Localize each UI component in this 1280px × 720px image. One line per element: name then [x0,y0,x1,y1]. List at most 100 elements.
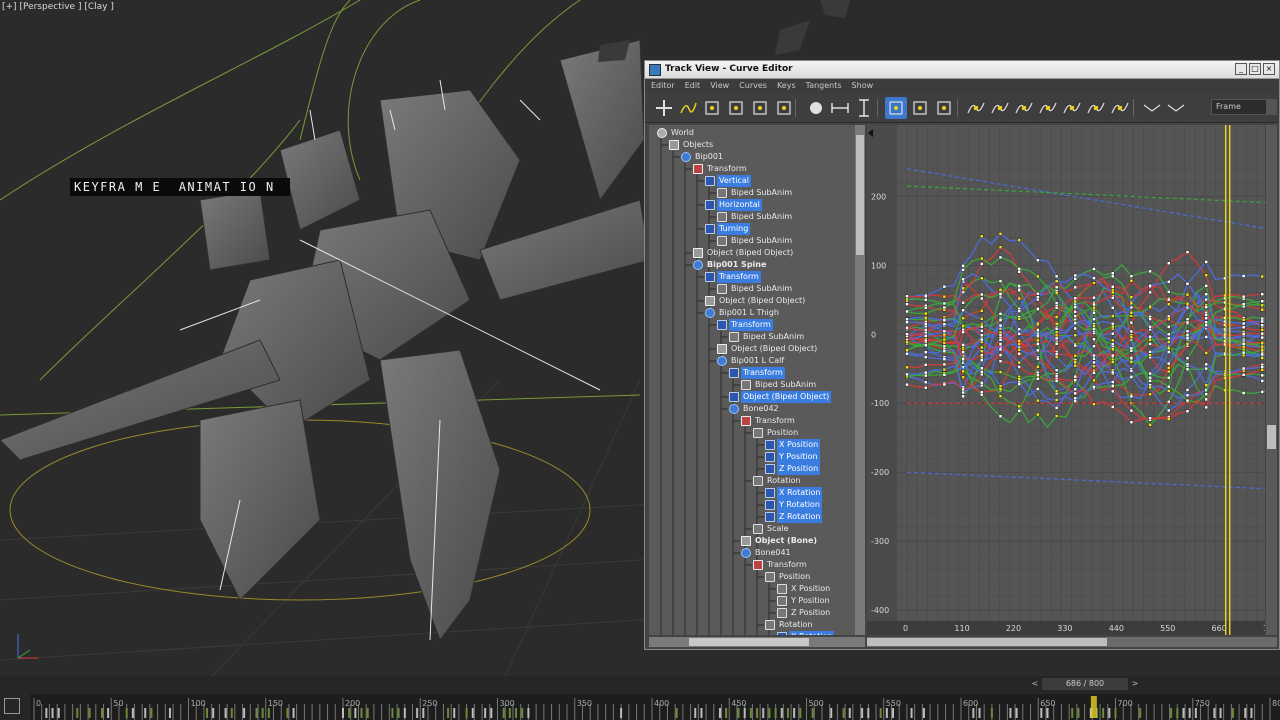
graph-horizontal-scrollbar[interactable] [867,637,1277,647]
tree-item[interactable]: Y Rotation [765,499,822,511]
tree-item[interactable]: X Rotation [777,631,835,635]
curve-graph-canvas[interactable]: 200 100 0 -100 -200 -300 -400 0 110 220 330 440 550 6… [867,125,1265,635]
tree-item[interactable]: Bip001 L Thigh [705,307,781,319]
tree-item[interactable]: Transform [741,415,797,427]
pan-icon[interactable] [805,97,827,119]
menu-edit[interactable]: Edit [685,79,701,93]
tree-item[interactable]: Bip001 [681,151,725,163]
tree-vertical-scrollbar[interactable] [855,125,865,635]
frame-counter[interactable]: 686 / 800 [1042,678,1128,690]
tree-item[interactable]: X Rotation [765,487,823,499]
maximize-button[interactable]: □ [1249,63,1261,75]
tree-item[interactable]: Transform [753,559,809,571]
tree-item[interactable]: Rotation [753,475,802,487]
tree-item[interactable]: Object (Biped Object) [717,343,819,355]
tree-item[interactable]: Biped SubAnim [717,187,794,199]
track-view-window[interactable]: Track View - Curve Editor _ □ × Editor E… [644,60,1280,650]
tree-item[interactable]: Object (Bone) [741,535,819,547]
menu-editor[interactable]: Editor [651,79,675,93]
unify-tangents-icon[interactable] [1165,97,1187,119]
add-keys-icon[interactable] [701,97,723,119]
viewport-label[interactable]: [+] [Perspective ] [Clay ] [2,2,114,12]
tree-item[interactable]: World [657,127,696,139]
tree-hscroll-thumb[interactable] [689,638,809,646]
tree-item[interactable]: Vertical [705,175,751,187]
tree-item[interactable]: Object (Biped Object) [693,247,795,259]
tree-item[interactable]: Biped SubAnim [717,283,794,295]
tree-item[interactable]: Rotation [765,619,814,631]
tree-item[interactable]: Bone041 [741,547,793,559]
minimize-button[interactable]: _ [1235,63,1247,75]
tree-item[interactable]: Position [765,571,812,583]
prev-frame-button[interactable]: < [1030,678,1040,690]
next-frame-button[interactable]: > [1130,678,1140,690]
tree-horizontal-scrollbar[interactable] [649,637,865,647]
graph-vertical-scrollbar[interactable] [1266,125,1277,635]
region-select-icon[interactable] [725,97,747,119]
close-button[interactable]: × [1263,63,1275,75]
tree-item[interactable]: Objects [669,139,715,151]
draw-curves-icon[interactable] [677,97,699,119]
tree-item[interactable]: Biped SubAnim [729,331,806,343]
graph-vscroll-thumb[interactable] [1267,425,1276,449]
tree-item[interactable]: X Position [765,439,821,451]
tree-item[interactable]: Biped SubAnim [741,379,818,391]
tree-item[interactable]: Transform [705,271,761,283]
tangent-fast-icon[interactable] [1013,97,1035,119]
tree-item[interactable]: Bone042 [729,403,781,415]
curve-graph[interactable]: 200 100 0 -100 -200 -300 -400 0 110 220 330 440 550 6… [867,125,1265,635]
tree-item[interactable]: Turning [705,223,751,235]
tangent-linear-icon[interactable] [1085,97,1107,119]
track-bar[interactable]: 0 50 100 150 200 250 300 350 400 450 500 550 600 650 7… [30,694,1280,720]
tangent-spline-icon[interactable] [989,97,1011,119]
viewport-menu-plus[interactable]: [+] [2,2,17,12]
tree-item[interactable]: Y Position [777,595,832,607]
menu-show[interactable]: Show [852,79,874,93]
tree-item[interactable]: Bip001 L Calf [717,355,786,367]
move-keys-icon[interactable] [653,97,675,119]
frame-display-field[interactable]: Frame [1211,99,1267,115]
tree-item[interactable]: Horizontal [705,199,762,211]
viewport-view-label[interactable]: [Perspective ] [19,2,81,12]
tangent-smooth-icon[interactable] [1109,97,1131,119]
frame-horizontal-icon[interactable] [829,97,851,119]
tree-item[interactable]: X Position [777,583,832,595]
time-slider[interactable]: < 686 / 800 > [1030,678,1140,690]
break-tangents-icon[interactable] [1141,97,1163,119]
menu-keys[interactable]: Keys [777,79,796,93]
frame-value-icon[interactable] [853,97,875,119]
tree-item[interactable]: Object (Biped Object) [729,391,832,403]
graph-hscroll-thumb[interactable] [867,638,1107,646]
menu-tangents[interactable]: Tangents [806,79,842,93]
tree-item[interactable]: Position [753,427,800,439]
tangent-auto-icon[interactable] [965,97,987,119]
retime-all-icon[interactable] [773,97,795,119]
tree-scroll-thumb[interactable] [856,135,864,255]
track-bar-ruler[interactable]: 0 50 100 150 200 250 300 350 400 450 500 550 600 650 7… [30,694,1280,720]
tree-item[interactable]: Z Position [777,607,832,619]
snap-icon[interactable] [933,97,955,119]
tree-item[interactable]: Biped SubAnim [717,235,794,247]
tree-item[interactable]: Biped SubAnim [717,211,794,223]
tree-item[interactable]: Transform [693,163,749,175]
tree-item[interactable]: Transform [729,367,785,379]
tree-item[interactable]: Transform [717,319,773,331]
track-view-titlebar[interactable]: Track View - Curve Editor _ □ × [645,61,1279,79]
menu-view[interactable]: View [710,79,729,93]
retime-icon[interactable] [749,97,771,119]
tree-item[interactable]: Z Rotation [765,511,823,523]
isolate-curve-icon[interactable] [885,97,907,119]
controller-tree[interactable]: World Objects Bip001 Transform Vertical Biped… [649,125,855,635]
viewport-shading-label[interactable]: [Clay ] [84,2,114,12]
tangent-slow-icon[interactable] [1037,97,1059,119]
tree-item[interactable]: Bip001 Spine [693,259,768,271]
track-bar-icon[interactable] [4,698,20,714]
tree-item[interactable]: Object (Biped Object) [705,295,807,307]
frame-dropdown-chevron-down-icon[interactable] [1267,99,1277,115]
tree-item[interactable]: Y Position [765,451,820,463]
region-zoom-icon[interactable] [909,97,931,119]
menu-curves[interactable]: Curves [739,79,767,93]
tree-item[interactable]: Scale [753,523,791,535]
tangent-step-icon[interactable] [1061,97,1083,119]
tree-item[interactable]: Z Position [765,463,821,475]
